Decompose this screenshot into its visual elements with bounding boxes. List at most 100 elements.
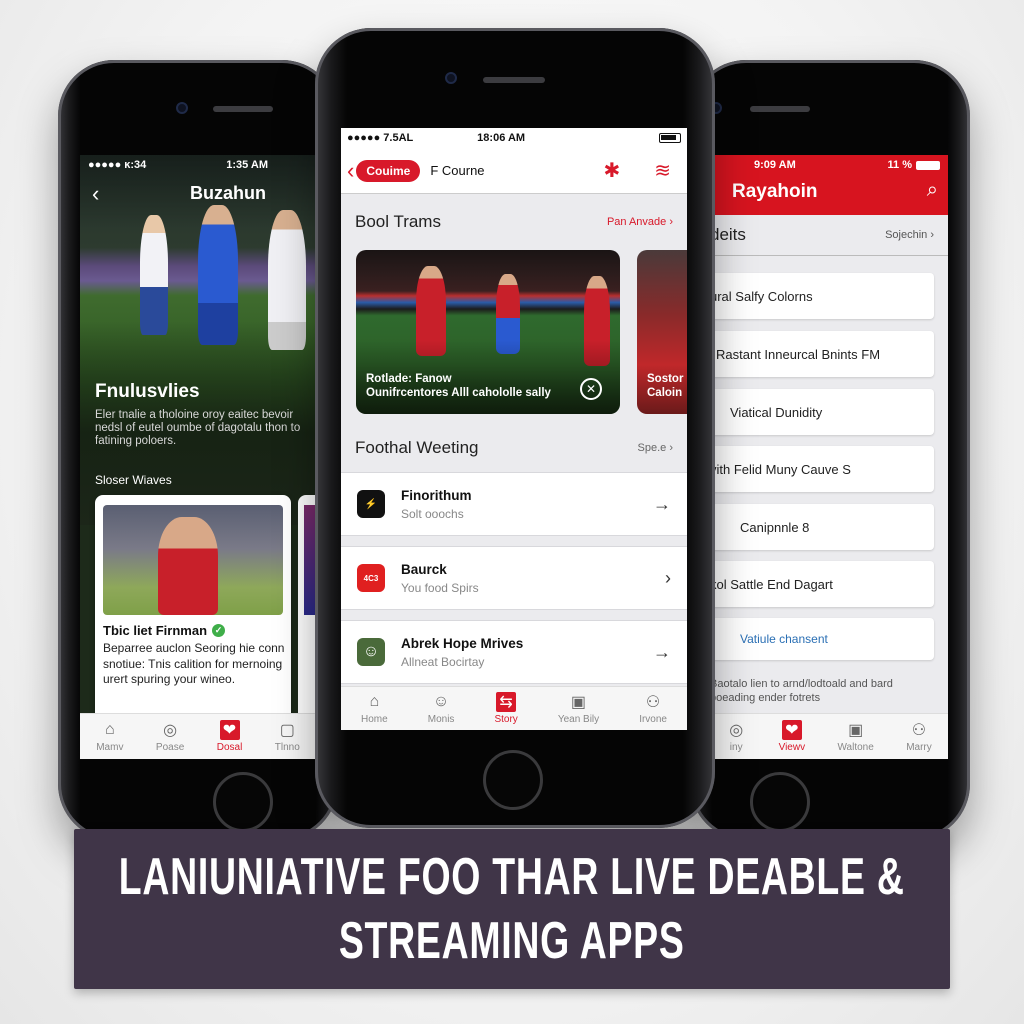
story-icon: ⇆ [496, 692, 517, 712]
footnote: Baotalo lien to arnd/lodtoald and bard p… [710, 678, 893, 704]
arrow-right-icon: → [653, 641, 671, 662]
screen-title: Buzahun [190, 183, 266, 203]
signal-icon[interactable]: ≋ [654, 158, 671, 183]
tab-active[interactable]: ❤ Viewv [779, 720, 805, 753]
heart-icon: ❤ [781, 720, 802, 740]
section-link[interactable]: Pan Anvade › [607, 216, 673, 228]
card-caption: Rotlade: Fanow Ounifrcentores Alll cahol… [366, 373, 551, 399]
list-item[interactable]: vith Felid Muny Cauve S [710, 446, 934, 492]
home-button[interactable] [483, 750, 543, 810]
tab-bar: ⌂ Home ☺ Monis ⇆ Story ▣ Yean Bily ⚇ Irvone [341, 686, 687, 730]
tab-1[interactable]: ◎ iny [726, 720, 746, 753]
tab-bar: ⌂ Mamv ◎ Poase ❤ Dosal ▢ Tlnno [80, 713, 316, 759]
player-description: Beparree auclon Seoring hie conn snotiue… [103, 641, 285, 686]
tab-more[interactable]: ▢ Tlnno [275, 720, 300, 753]
title-banner: LANIUNIATIVE FOO THAR LIVE DEABLE & STRE… [74, 829, 950, 989]
list-item[interactable]: Canipnnle 8 [710, 504, 934, 550]
power-icon: ◎ [163, 722, 178, 739]
nav-title: F Courne [430, 163, 485, 178]
section-label: Sloser Wiaves [95, 473, 172, 487]
player-photo [103, 505, 283, 615]
chevron-right-icon: › [665, 567, 671, 588]
status-bar: 9:09 AM 11 % [710, 155, 948, 175]
center-screen: ●●●●● 7.5AL 18:06 AM ‹ Couime F Courne ✱… [341, 128, 687, 730]
right-screen: 9:09 AM 11 % Rayahoin ⌕ deits Sojechin ›… [710, 155, 948, 759]
section-title: Foothal Weeting [355, 438, 479, 457]
avatar: ☺ [357, 638, 385, 666]
tab-home[interactable]: ⌂ Home [361, 692, 388, 725]
list-item[interactable]: Viatical Dunidity [710, 389, 934, 435]
tab-monis[interactable]: ☺ Monis [428, 692, 455, 725]
player-card[interactable]: Tbic liet Firnman ✓ Beparree auclon Seor… [95, 495, 291, 735]
tab-active[interactable]: ❤ Dosal [217, 720, 242, 753]
app-icon: ⚡ [357, 490, 385, 518]
banner-title: LANIUNIATIVE FOO THAR LIVE DEABLE & STRE… [119, 848, 905, 970]
header: 9:09 AM 11 % Rayahoin ⌕ [710, 155, 948, 215]
hero-title: Fnulusvlies [95, 381, 200, 402]
home-button[interactable] [750, 772, 810, 832]
tab-power[interactable]: ◎ Poase [156, 720, 184, 753]
speaker [750, 106, 810, 112]
arrow-right-icon: → [653, 493, 671, 514]
box-icon: ▢ [279, 722, 295, 739]
list-item[interactable]: Rastant Inneurcal Bnints FM [710, 331, 934, 377]
phone-left: ●●●●● ĸ:34 1:35 AM ‹ Buzahun Fnulusvlies… [58, 60, 338, 840]
list-item[interactable]: kol Sattle End Dagart [710, 561, 934, 607]
player-name: Tbic liet Firnman ✓ [103, 623, 226, 638]
next-card[interactable]: Sostor Caloin [637, 250, 687, 414]
flower-icon[interactable]: ✱ [603, 158, 620, 183]
left-screen: ●●●●● ĸ:34 1:35 AM ‹ Buzahun Fnulusvlies… [80, 155, 316, 759]
section-header: Bool Trams Pan Anvade › [341, 212, 687, 232]
status-bar: ●●●●● 7.5AL 18:06 AM [341, 128, 687, 148]
calendar-icon: ▣ [570, 694, 587, 711]
tab-story[interactable]: ⇆ Story [494, 692, 518, 725]
section-link[interactable]: Spe.e › [638, 442, 673, 454]
smiley-icon: ◎ [729, 722, 744, 739]
back-icon[interactable]: ‹ [347, 158, 354, 184]
tab-4[interactable]: ⚇ Marry [906, 720, 932, 753]
speaker [213, 106, 273, 112]
section-link[interactable]: Sojechin › [885, 229, 934, 241]
tab-year[interactable]: ▣ Yean Bily [558, 692, 599, 725]
link-item[interactable]: Vatiule chansent [710, 618, 934, 660]
person-icon: ⚇ [911, 722, 927, 739]
nav-bar: ‹ Couime F Courne ✱ ≋ [341, 148, 687, 194]
home-button[interactable] [213, 772, 273, 832]
calendar-icon: ▣ [848, 722, 864, 739]
verified-icon: ✓ [212, 624, 226, 637]
tab-home[interactable]: ⌂ Mamv [96, 720, 123, 753]
list-item[interactable]: ☺ Abrek Hope Mrives Allneat Bocirtay → [341, 620, 687, 684]
nav-pill-button[interactable]: Couime [356, 159, 421, 182]
search-icon[interactable]: ⌕ [927, 179, 938, 202]
signal-text: ●●●●● 7.5AL [347, 132, 414, 144]
smiley-icon: ☺ [432, 693, 450, 710]
list-item[interactable]: ⚡ Finorithum Solt ooochs → [341, 472, 687, 536]
battery-icon [916, 160, 940, 170]
clock: 18:06 AM [477, 132, 526, 144]
clock: 9:09 AM [754, 159, 796, 171]
hero-description: Eler tnalie a tholoine oroy eaitec bevoi… [95, 409, 301, 447]
tab-profile[interactable]: ⚇ Irvone [639, 692, 667, 725]
section-title: deits [710, 225, 746, 244]
phone-right: 9:09 AM 11 % Rayahoin ⌕ deits Sojechin ›… [690, 60, 970, 840]
speaker [483, 77, 545, 83]
home-icon: ⌂ [369, 693, 380, 710]
tab-3[interactable]: ▣ Waltone [837, 720, 873, 753]
section-header: Foothal Weeting Spe.e › [341, 438, 687, 458]
list-item[interactable]: 4C3 Baurck You food Spirs › [341, 546, 687, 610]
list-item[interactable]: ural Salfy Colorns [710, 273, 934, 319]
section-title: Bool Trams [355, 212, 441, 231]
next-card[interactable] [298, 495, 316, 735]
signal-text: ●●●●● ĸ:34 [88, 159, 147, 171]
tab-bar: ◎ iny ❤ Viewv ▣ Waltone ⚇ Marry [710, 713, 948, 759]
featured-card[interactable]: Rotlade: Fanow Ounifrcentores Alll cahol… [356, 250, 620, 414]
battery-icon [659, 133, 681, 143]
phone-center: ●●●●● 7.5AL 18:06 AM ‹ Couime F Courne ✱… [315, 28, 715, 828]
front-camera [176, 102, 188, 114]
card-caption: Sostor Caloin [647, 373, 684, 399]
section-header: deits Sojechin › [710, 225, 948, 256]
hero-image [80, 155, 316, 525]
heart-icon: ❤ [219, 720, 240, 740]
front-camera [445, 72, 457, 84]
screen-title: Rayahoin [732, 181, 818, 202]
